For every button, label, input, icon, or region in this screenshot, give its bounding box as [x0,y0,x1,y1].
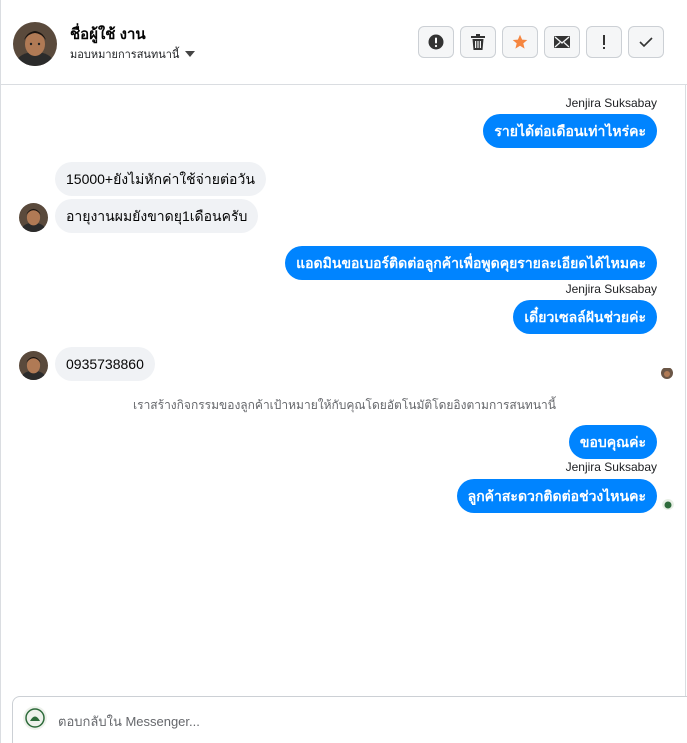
sender-name: Jenjira Suksabay [565,282,657,296]
important-button[interactable] [586,26,622,58]
page-avatar [23,706,47,730]
message-bubble-incoming[interactable]: 15000+ยังไม่หักค่าใช้จ่ายต่อวัน [55,162,266,196]
assign-label: มอบหมายการสนทนานี้ [70,49,180,61]
conversation-panel: ชื่อผู้ใช้ งาน มอบหมายการสนทนานี้ Jenjir… [0,0,687,743]
alert-circle-icon [428,34,444,50]
delete-button[interactable] [460,26,496,58]
header-toolbar [418,26,664,58]
exclamation-icon [603,35,605,49]
envelope-icon [554,36,570,48]
done-button[interactable] [628,26,664,58]
message-bubble-incoming[interactable]: อายุงานผมยังขาดยุ1เดือนครับ [55,199,259,233]
assign-conversation-dropdown[interactable]: มอบหมายการสนทนานี้ [70,45,196,63]
message-bubble-outgoing[interactable]: แอดมินขอเบอร์ติดต่อลูกค้าเพื่อพูดคุยรายล… [285,246,657,280]
reply-composer[interactable]: ตอบกลับใน Messenger... [12,696,687,743]
spam-report-button[interactable] [418,26,454,58]
read-receipt-avatar [662,498,674,510]
user-avatar[interactable] [13,22,57,66]
user-avatar [19,351,48,380]
trash-icon [471,34,485,50]
read-receipt-avatar [661,367,673,379]
star-icon [512,34,528,49]
sender-name: Jenjira Suksabay [565,96,657,110]
checkmark-icon [639,37,653,48]
reply-input[interactable]: ตอบกลับใน Messenger... [58,711,200,732]
conversation-header: ชื่อผู้ใช้ งาน มอบหมายการสนทนานี้ [1,0,687,85]
message-bubble-outgoing[interactable]: ลูกค้าสะดวกติดต่อช่วงไหนคะ [456,479,657,513]
mark-unread-button[interactable] [544,26,580,58]
user-avatar [19,203,48,232]
message-bubble-incoming[interactable]: 0935738860 [55,347,155,381]
message-bubble-outgoing[interactable]: รายได้ต่อเดือนเท่าไหร่คะ [483,114,657,148]
user-name: ชื่อผู้ใช้ งาน [70,26,146,43]
message-thread: Jenjira Suksabay รายได้ต่อเดือนเท่าไหร่ค… [1,85,687,695]
chevron-down-icon [185,51,196,57]
message-bubble-outgoing[interactable]: เดี๋ยวเซลล์ฝันช่วยค่ะ [513,300,657,334]
sender-name: Jenjira Suksabay [565,460,657,474]
message-bubble-outgoing[interactable]: ขอบคุณค่ะ [568,425,657,459]
star-button[interactable] [502,26,538,58]
system-note: เราสร้างกิจกรรมของลูกค้าเป้าหมายให้กับคุ… [133,398,556,412]
